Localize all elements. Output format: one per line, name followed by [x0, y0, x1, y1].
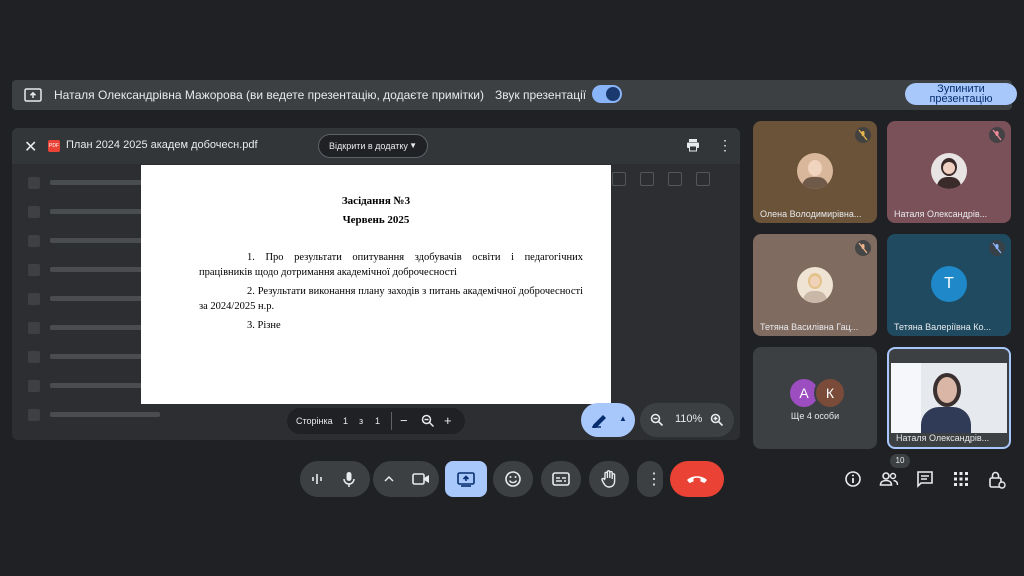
host-controls-icon[interactable] [988, 470, 1006, 490]
others-label: Ще 4 особи [790, 411, 840, 421]
toggle-knob [606, 87, 620, 101]
pdf-file-icon: PDF [48, 140, 60, 152]
chevron-down-icon: ▼ [409, 141, 417, 150]
chevron-up-icon[interactable] [383, 474, 395, 484]
present-screen-icon [24, 88, 42, 102]
participant-avatar [931, 153, 967, 189]
more-vert-icon: ⋮ [646, 471, 662, 488]
present-screen-icon [457, 472, 475, 487]
pdf-filename: План 2024 2025 академ добочесн.pdf [66, 139, 258, 151]
zoom-in-magnifier-icon[interactable] [710, 413, 724, 427]
page-of-label: з [359, 416, 364, 426]
open-in-app-button[interactable]: Відкрити в додатку ▼ [318, 134, 428, 158]
background-toolbar-icons [612, 172, 710, 186]
participant-tile[interactable]: Т Тетяна Валеріївна Ко... [887, 234, 1011, 336]
doc-heading: Засідання №3 [341, 195, 411, 207]
camera-icon[interactable] [411, 471, 431, 487]
zoom-controls: 110% [640, 403, 734, 437]
print-icon[interactable] [686, 138, 700, 152]
reactions-button[interactable] [493, 461, 533, 497]
page-total: 1 [375, 416, 381, 426]
close-icon[interactable]: ✕ [24, 137, 37, 157]
participant-name: Наталя Олександрів... [894, 209, 988, 219]
divider [391, 412, 392, 430]
presentation-sound-toggle[interactable] [592, 85, 622, 103]
participant-avatar [797, 267, 833, 303]
annotate-pen-icon [592, 415, 606, 428]
mic-off-icon [989, 127, 1005, 143]
more-participants-tile[interactable]: А К Ще 4 особи [753, 347, 877, 449]
participant-name: Наталя Олександрів... [896, 433, 990, 443]
zoom-out-magnifier-icon[interactable] [650, 413, 664, 427]
pdf-viewer: ✕ PDF План 2024 2025 академ добочесн.pdf… [12, 128, 740, 440]
zoom-in-icon[interactable]: + [444, 413, 452, 428]
page-zoom-controls: Сторінка 1 з 1 − + [287, 408, 465, 434]
participant-name: Олена Володимирівна... [760, 209, 862, 219]
mic-control-group [300, 461, 370, 497]
present-now-button[interactable] [445, 461, 487, 497]
mic-off-icon [989, 240, 1005, 256]
more-options-button[interactable]: ⋮ [637, 461, 663, 497]
pdf-viewer-header: ✕ PDF План 2024 2025 академ добочесн.pdf… [12, 128, 740, 164]
captions-button[interactable] [541, 461, 581, 497]
people-count-badge: 10 [890, 454, 910, 468]
avatar-initial: Т [944, 275, 954, 292]
hang-up-icon [687, 476, 707, 483]
participant-avatar: Т [931, 266, 967, 302]
self-video [891, 363, 1007, 433]
camera-control-group [373, 461, 439, 497]
participant-avatar [797, 153, 833, 189]
captions-icon [552, 472, 570, 486]
mic-icon[interactable] [340, 470, 358, 488]
people-icon[interactable] [879, 470, 899, 488]
zoom-out-icon[interactable]: − [400, 413, 408, 428]
doc-item-3: 3. Різне [247, 320, 281, 331]
participant-tile[interactable]: Тетяна Василівна Гац... [753, 234, 877, 336]
participant-avatar: К [814, 377, 846, 409]
list-item [28, 400, 258, 429]
presentation-bar: Наталя Олександрівна Мажорова (ви ведете… [12, 80, 1017, 110]
activities-icon[interactable] [952, 470, 970, 488]
more-vert-icon[interactable]: ⋮ [718, 137, 732, 154]
avatar-initial: К [825, 385, 835, 401]
zoom-level: 110% [675, 413, 703, 425]
presentation-sound-label: Звук презентації [495, 88, 587, 102]
doc-subheading: Червень 2025 [342, 214, 410, 226]
caret-up-icon: ▲ [619, 414, 627, 423]
chat-icon[interactable] [916, 470, 934, 488]
pdf-page: Засідання №3 Червень 2025 1. Про результ… [141, 165, 611, 404]
page-current-input[interactable]: 1 [343, 416, 348, 426]
participant-name: Тетяна Валеріївна Ко... [894, 322, 991, 332]
annotation-tool-button[interactable]: ▲ [581, 403, 635, 437]
self-view-tile[interactable]: Наталя Олександрів... [887, 347, 1011, 449]
presenter-status-text: Наталя Олександрівна Мажорова (ви ведете… [54, 88, 484, 102]
zoom-fit-icon[interactable] [421, 414, 435, 428]
participant-name: Тетяна Василівна Гац... [760, 322, 859, 332]
raise-hand-icon [601, 470, 616, 488]
stop-presenting-line2: презентацію [929, 93, 993, 105]
open-in-app-label: Відкрити в додатку [329, 141, 408, 151]
stop-presenting-button[interactable]: Зупинити презентацію [905, 83, 1017, 105]
emoji-icon [505, 471, 521, 487]
raise-hand-button[interactable] [589, 461, 629, 497]
info-icon[interactable] [844, 470, 862, 488]
page-label: Сторінка [296, 416, 333, 426]
mic-off-icon [855, 127, 871, 143]
participant-tile[interactable]: Олена Володимирівна... [753, 121, 877, 223]
leave-call-button[interactable] [670, 461, 724, 497]
audio-levels-icon [312, 474, 322, 484]
doc-item-2: 2. Результати виконання плану заходів з … [199, 286, 583, 312]
participant-tile[interactable]: Наталя Олександрів... [887, 121, 1011, 223]
doc-item-1: 1. Про результати опитування здобувачів … [199, 252, 583, 278]
mic-off-icon [855, 240, 871, 256]
